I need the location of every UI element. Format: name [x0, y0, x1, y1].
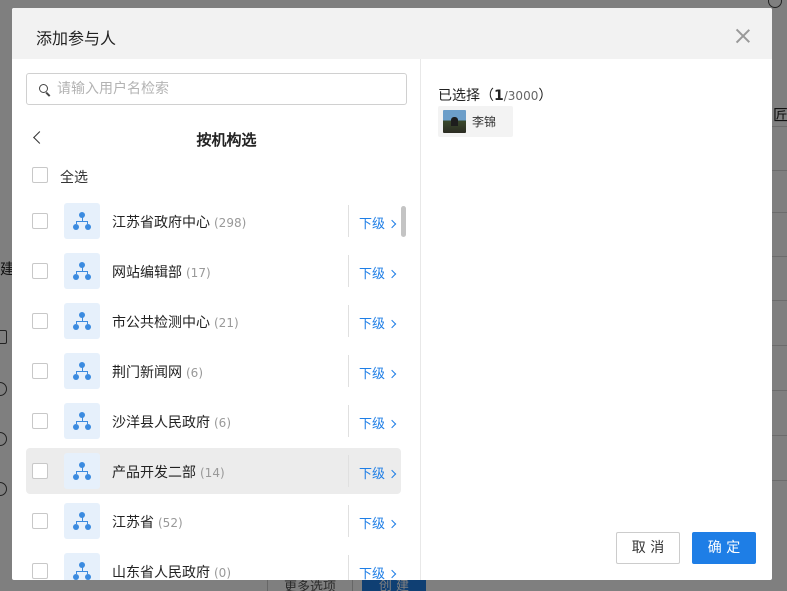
dialog-header: 添加参与人 [12, 8, 772, 59]
cancel-button[interactable]: 取 消 [616, 532, 680, 564]
add-participant-dialog: 添加参与人 按机构选 全选 江苏省政府中心(298)下级网站编辑部(17)下级市… [12, 8, 772, 580]
org-row[interactable]: 沙洋县人民政府 (6) 下级 [26, 398, 401, 444]
org-name: 网站编辑部 (17) [112, 265, 211, 281]
org-checkbox[interactable] [32, 463, 48, 479]
org-row[interactable]: 江苏省 (52) 下级 [26, 498, 401, 544]
row-divider [348, 255, 349, 287]
selected-count-label: 已选择（1/3000） [438, 88, 553, 104]
chevron-right-icon [387, 369, 397, 379]
org-name: 荆门新闻网 (6) [112, 365, 203, 381]
org-count: (52) [158, 516, 183, 530]
row-divider [348, 505, 349, 537]
select-all-checkbox[interactable] [32, 167, 48, 183]
org-count: (6) [214, 416, 231, 430]
org-checkbox[interactable] [32, 563, 48, 579]
sub-level-link[interactable]: 下级 [359, 313, 397, 332]
org-tree-icon [64, 453, 100, 489]
sub-level-link[interactable]: 下级 [359, 263, 397, 282]
chevron-right-icon [387, 219, 397, 229]
selected-pane: 已选择（1/3000） 李锦 取 消 确 定 [422, 59, 772, 580]
org-count: (21) [214, 316, 239, 330]
org-count: (14) [200, 466, 225, 480]
sub-level-link[interactable]: 下级 [359, 213, 397, 232]
org-tree-icon [64, 403, 100, 439]
pane-title: 按机构选 [196, 131, 257, 149]
chevron-right-icon [387, 469, 397, 479]
avatar [443, 110, 466, 133]
org-name: 江苏省政府中心 (298) [112, 215, 247, 231]
search-icon [39, 84, 51, 97]
org-row[interactable]: 荆门新闻网 (6) 下级 [26, 348, 401, 394]
selected-person-chip[interactable]: 李锦 [438, 106, 513, 137]
org-row[interactable]: 江苏省政府中心 (298) 下级 [26, 198, 401, 244]
chevron-right-icon [387, 519, 397, 529]
org-tree-icon [64, 353, 100, 389]
org-count: (6) [186, 366, 203, 380]
sub-level-link[interactable]: 下级 [359, 413, 397, 432]
org-name: 市公共检测中心 (21) [112, 315, 239, 331]
org-tree-icon [64, 303, 100, 339]
row-divider [348, 355, 349, 387]
close-icon[interactable] [734, 27, 752, 45]
org-row[interactable]: 市公共检测中心 (21) 下级 [26, 298, 401, 344]
sub-level-link[interactable]: 下级 [359, 563, 397, 580]
org-row[interactable]: 山东省人民政府 (0) 下级 [26, 548, 401, 580]
org-checkbox[interactable] [32, 263, 48, 279]
org-tree-icon [64, 253, 100, 289]
org-list: 江苏省政府中心 (298) 下级 网站编辑部 (17) 下级 市公共检测中心 (21) 下级 荆门… [26, 198, 402, 580]
org-checkbox[interactable] [32, 313, 48, 329]
org-checkbox[interactable] [32, 513, 48, 529]
org-row[interactable]: 网站编辑部 (17) 下级 [26, 248, 401, 294]
chevron-right-icon [387, 569, 397, 579]
row-divider [348, 205, 349, 237]
select-all-label[interactable]: 全选 [60, 167, 88, 187]
org-checkbox[interactable] [32, 413, 48, 429]
org-tree-icon [64, 203, 100, 239]
sub-level-link[interactable]: 下级 [359, 463, 397, 482]
org-checkbox[interactable] [32, 363, 48, 379]
search-input[interactable] [57, 74, 402, 104]
chevron-right-icon [387, 419, 397, 429]
org-tree-icon [64, 553, 100, 580]
chevron-right-icon [387, 319, 397, 329]
org-name: 沙洋县人民政府 (6) [112, 415, 231, 431]
org-checkbox[interactable] [32, 213, 48, 229]
search-field[interactable] [26, 73, 407, 105]
row-divider [348, 405, 349, 437]
org-tree-icon [64, 503, 100, 539]
row-divider [348, 455, 349, 487]
list-scrollbar[interactable] [401, 206, 406, 237]
org-name: 产品开发二部 (14) [112, 465, 225, 481]
org-name: 山东省人民政府 (0) [112, 565, 231, 580]
sub-level-link[interactable]: 下级 [359, 363, 397, 382]
sub-level-link[interactable]: 下级 [359, 513, 397, 532]
confirm-button[interactable]: 确 定 [692, 532, 756, 564]
org-row[interactable]: 产品开发二部 (14) 下级 [26, 448, 401, 494]
dialog-title: 添加参与人 [36, 29, 117, 48]
org-count: (17) [186, 266, 211, 280]
org-count: (298) [214, 216, 247, 230]
selected-person-name: 李锦 [472, 115, 497, 129]
org-picker-pane: 按机构选 全选 江苏省政府中心(298)下级网站编辑部(17)下级市公共检测中心… [12, 59, 421, 580]
row-divider [348, 305, 349, 337]
org-count: (0) [214, 566, 231, 580]
chevron-right-icon [387, 269, 397, 279]
row-divider [348, 555, 349, 580]
org-name: 江苏省 (52) [112, 515, 183, 531]
